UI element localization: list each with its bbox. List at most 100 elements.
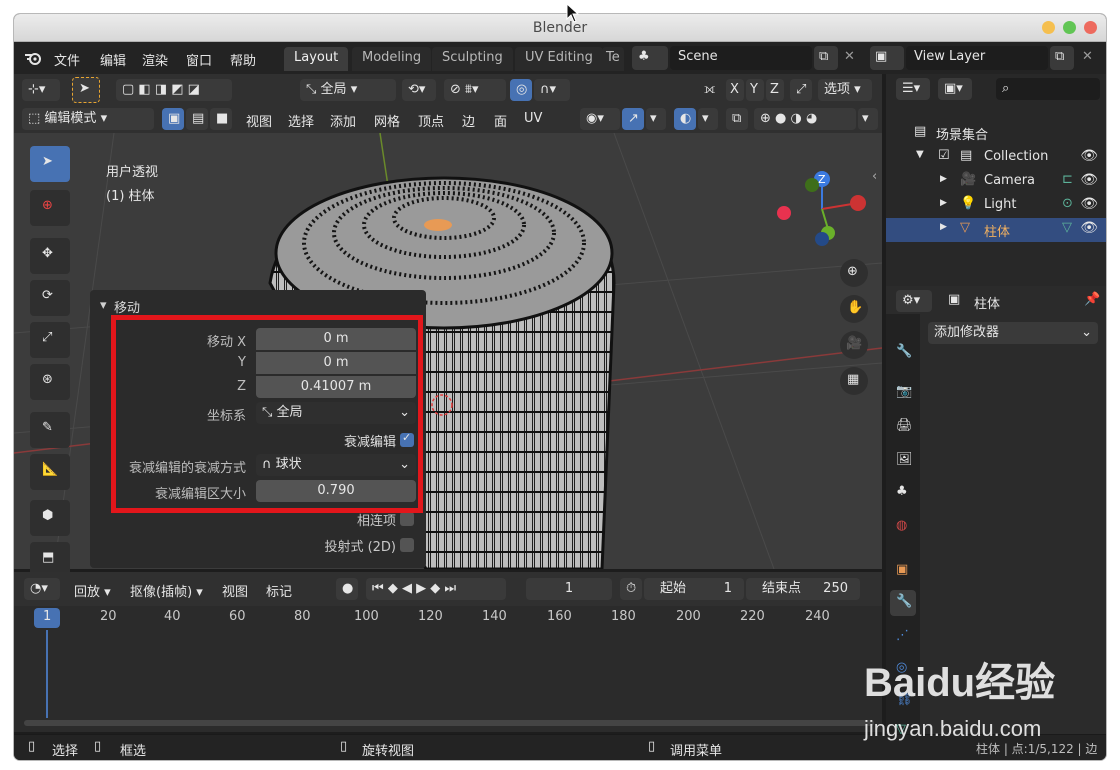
delete-scene-icon[interactable]: ✕ <box>844 49 855 64</box>
outliner-row-light[interactable]: ▶ 💡 Light ⊙ 👁 <box>886 194 1106 218</box>
menu-add[interactable]: 添加 <box>330 111 356 130</box>
menu-window[interactable]: 窗口 <box>186 50 212 69</box>
expand-arrow-icon[interactable]: ▼ <box>916 149 924 160</box>
visibility-eye-icon[interactable]: 👁 <box>1080 148 1098 164</box>
shading-dropdown[interactable]: ▾ <box>858 108 878 130</box>
output-tab-icon[interactable]: 🖨 <box>890 414 916 440</box>
transform-tool-icon[interactable]: ⊛ <box>30 364 70 400</box>
expand-arrow-icon[interactable]: ▶ <box>940 174 947 184</box>
outliner-row-cylinder[interactable]: ▶ ▽ 柱体 ▽ 👁 <box>886 218 1106 242</box>
selection-mode-buttons[interactable]: ▢ ◧ ◨ ◩ ◪ <box>116 79 232 101</box>
object-tab-icon[interactable]: ▣ <box>890 558 916 584</box>
connected-only-checkbox[interactable] <box>400 512 414 526</box>
outliner-search-input[interactable]: ⌕ <box>996 78 1100 100</box>
tab-sculpting[interactable]: Sculpting <box>432 47 513 71</box>
frame-ruler[interactable]: 1 20 40 60 80 100 120 140 160 180 200 22… <box>14 606 882 630</box>
world-tab-icon[interactable]: ◍ <box>890 514 916 540</box>
shading-mode-buttons[interactable]: ⊕ ● ◑ ◕ <box>754 108 856 130</box>
edge-select-icon[interactable]: ▤ <box>186 108 208 130</box>
navigation-gizmo[interactable]: Z <box>770 163 870 253</box>
minimize-button[interactable] <box>1042 21 1055 34</box>
menu-mesh[interactable]: 网格 <box>374 111 400 130</box>
select-box-tool-icon[interactable]: ➤ <box>30 146 70 182</box>
gizmo-toggle[interactable]: ↗ <box>622 108 644 130</box>
close-button[interactable] <box>1084 21 1097 34</box>
view-layer-tab-icon[interactable]: 🖼 <box>890 448 916 474</box>
timeline-scrollbar[interactable] <box>24 720 874 726</box>
scene-name-field[interactable]: Scene <box>670 46 812 70</box>
zoom-button[interactable] <box>1063 21 1076 34</box>
tab-layout[interactable]: Layout <box>284 47 349 71</box>
menu-edge[interactable]: 边 <box>462 111 475 130</box>
menu-playback[interactable]: 回放 ▾ <box>74 581 111 600</box>
tab-modeling[interactable]: Modeling <box>352 47 432 71</box>
perspective-grid-icon[interactable]: ▦ <box>840 367 868 395</box>
mirror-x-toggle[interactable]: X <box>726 79 744 101</box>
outliner-row-collection[interactable]: ▼ ☑ ▤ Collection 👁 <box>886 146 1106 170</box>
scene-selector-button[interactable]: ♣ <box>632 46 668 70</box>
mirror-z-toggle[interactable]: Z <box>766 79 784 101</box>
menu-select[interactable]: 选择 <box>288 111 314 130</box>
visibility-dropdown[interactable]: ◉▾ <box>580 108 620 130</box>
mirror-icon[interactable]: ⟗ <box>704 82 715 97</box>
gizmo-dropdown[interactable]: ▾ <box>646 108 666 130</box>
camera-view-icon[interactable]: 🎥 <box>840 331 868 359</box>
new-scene-button[interactable]: ⧉ <box>814 46 838 70</box>
modifier-tab-icon[interactable]: 🔧 <box>890 590 916 616</box>
snap-toggle[interactable]: ⊘ ⩩▾ <box>444 79 506 101</box>
menu-file[interactable]: 文件 <box>54 50 80 69</box>
delete-view-layer-icon[interactable]: ✕ <box>1082 49 1093 64</box>
menu-face[interactable]: 面 <box>494 111 507 130</box>
record-icon[interactable]: ● <box>336 578 358 600</box>
add-cube-tool-icon[interactable]: ⬢ <box>30 500 70 536</box>
xray-toggle[interactable]: ⧉ <box>726 108 748 130</box>
menu-help[interactable]: 帮助 <box>230 50 256 69</box>
visibility-eye-icon[interactable]: 👁 <box>1080 220 1098 236</box>
expand-arrow-icon[interactable]: ▶ <box>940 222 947 232</box>
overlay-dropdown[interactable]: ▾ <box>698 108 718 130</box>
tab-uv-editing[interactable]: UV Editing <box>515 47 603 71</box>
menu-edit[interactable]: 编辑 <box>100 50 126 69</box>
face-select-icon[interactable]: ■ <box>210 108 232 130</box>
end-frame-field[interactable]: 结束点 250 <box>746 578 860 600</box>
properties-editor-type-icon[interactable]: ⚙▾ <box>896 290 932 312</box>
options-dropdown[interactable]: 选项 ▾ <box>818 79 872 101</box>
scale-tool-icon[interactable]: ⤢ <box>30 322 70 358</box>
checkbox-icon[interactable]: ☑ <box>938 148 950 163</box>
scene-tab-icon[interactable]: ♣ <box>890 480 916 506</box>
timeline-editor-type-icon[interactable]: ◔▾ <box>24 578 60 600</box>
menu-timeline-view[interactable]: 视图 <box>222 581 248 600</box>
rotate-tool-icon[interactable]: ⟳ <box>30 280 70 316</box>
display-mode-icon[interactable]: ▣▾ <box>938 78 972 100</box>
menu-keying[interactable]: 抠像(插帧) ▾ <box>130 581 203 600</box>
pivot-point-dropdown[interactable]: ⟲▾ <box>402 79 436 101</box>
transform-pivot-icon[interactable]: ⊹▾ <box>22 79 60 101</box>
proportional-edit-icon[interactable]: ◎ <box>510 79 532 101</box>
menu-uv[interactable]: UV <box>524 111 542 126</box>
light-data-icon[interactable]: ⊙ <box>1062 196 1073 211</box>
menu-marker[interactable]: 标记 <box>266 581 292 600</box>
pin-icon[interactable]: 📌 <box>1084 292 1100 307</box>
measure-tool-icon[interactable]: 📐 <box>30 454 70 490</box>
projected-2d-checkbox[interactable] <box>400 538 414 552</box>
render-tab-icon[interactable]: 📷 <box>890 380 916 406</box>
camera-data-icon[interactable]: ⊏ <box>1062 172 1073 187</box>
stopwatch-icon[interactable]: ⏱ <box>620 578 642 600</box>
mode-dropdown[interactable]: ⬚ 编辑模式 ▾ <box>22 108 154 130</box>
tool-settings-tab-icon[interactable]: 🔧 <box>890 340 916 366</box>
current-frame-field[interactable]: 1 <box>526 578 612 600</box>
mesh-data-icon[interactable]: ▽ <box>1062 220 1072 235</box>
pan-hand-icon[interactable]: ✋ <box>840 295 868 323</box>
visibility-eye-icon[interactable]: 👁 <box>1080 196 1098 212</box>
mirror-y-toggle[interactable]: Y <box>746 79 764 101</box>
start-frame-field[interactable]: 起始 1 <box>644 578 744 600</box>
sidebar-toggle-icon[interactable]: ‹ <box>872 169 877 184</box>
select-tool-icon[interactable]: ➤ <box>72 77 100 103</box>
vertex-select-icon[interactable]: ▣ <box>162 108 184 130</box>
new-view-layer-button[interactable]: ⧉ <box>1050 46 1074 70</box>
transform-orientation-dropdown[interactable]: ⤡ 全局 ▾ <box>300 79 396 101</box>
auto-merge-icon[interactable]: ⤢ <box>790 79 812 101</box>
overlay-toggle[interactable]: ◐ <box>674 108 696 130</box>
annotate-tool-icon[interactable]: ✎ <box>30 412 70 448</box>
outliner-editor-type-icon[interactable]: ☰▾ <box>896 78 930 100</box>
